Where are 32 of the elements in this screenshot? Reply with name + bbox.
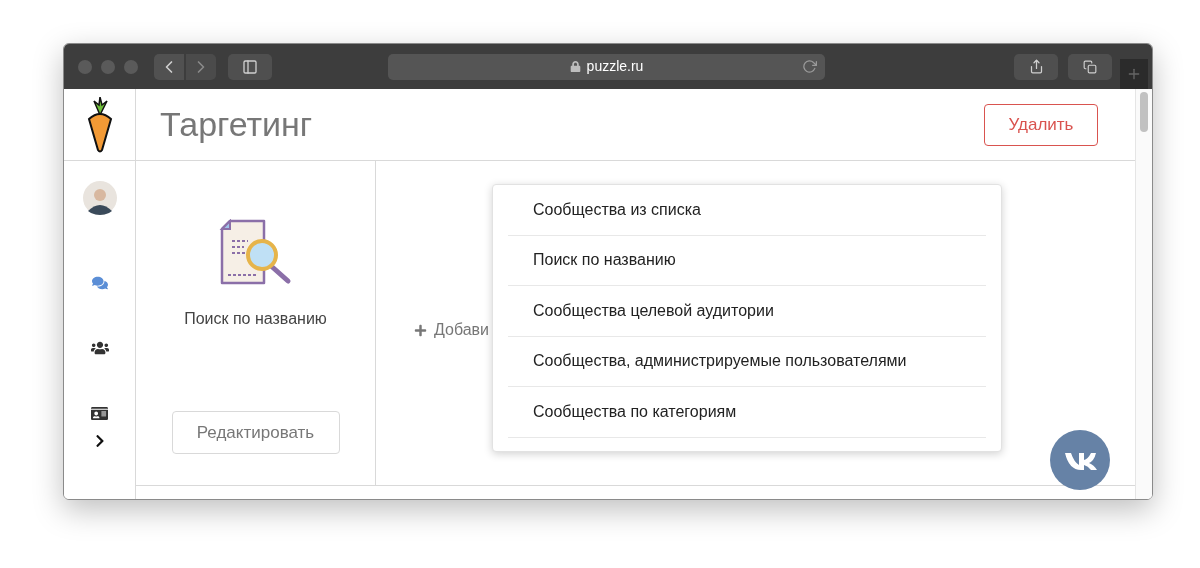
avatar[interactable]: [82, 181, 117, 215]
share-button[interactable]: [1014, 53, 1058, 80]
id-card-icon[interactable]: [91, 405, 108, 422]
page-title: Таргетинг: [160, 104, 313, 145]
tabs-icon: [1083, 59, 1097, 74]
share-icon: [1028, 59, 1044, 74]
chat-icon[interactable]: [91, 275, 108, 291]
menu-item[interactable]: Сообщества, администрируемые пользователями: [508, 336, 986, 387]
menu-item[interactable]: Сообщества из списка: [508, 185, 986, 236]
reload-icon[interactable]: [802, 59, 817, 74]
menu-item[interactable]: Поиск по названию: [508, 235, 986, 286]
vk-button[interactable]: [1050, 430, 1110, 490]
carrot-logo[interactable]: [85, 96, 114, 153]
edit-button[interactable]: Редактировать: [171, 411, 340, 454]
address-bar[interactable]: puzzle.ru: [388, 53, 825, 80]
tabs-button[interactable]: [1068, 53, 1112, 80]
sidebar-icon: [242, 58, 258, 75]
search-type-label: Поиск по названию: [184, 309, 327, 329]
add-link-text: Добави: [434, 320, 490, 340]
url-text: puzzle.ru: [586, 57, 644, 76]
delete-button[interactable]: Удалить: [984, 103, 1098, 146]
sidebar-toggle-button[interactable]: [228, 53, 272, 80]
plus-icon: [1126, 66, 1142, 82]
users-icon[interactable]: [90, 339, 109, 357]
menu-item[interactable]: Сообщества по категориям: [508, 387, 986, 438]
add-link[interactable]: Добави: [414, 318, 490, 342]
lock-icon: [569, 61, 581, 72]
forward-button[interactable]: [186, 53, 216, 80]
scrollbar-thumb[interactable]: [1140, 92, 1148, 132]
plus-icon: [414, 323, 427, 337]
menu-item[interactable]: Сообщества целевой аудитории: [508, 286, 986, 337]
back-button[interactable]: [154, 53, 184, 80]
